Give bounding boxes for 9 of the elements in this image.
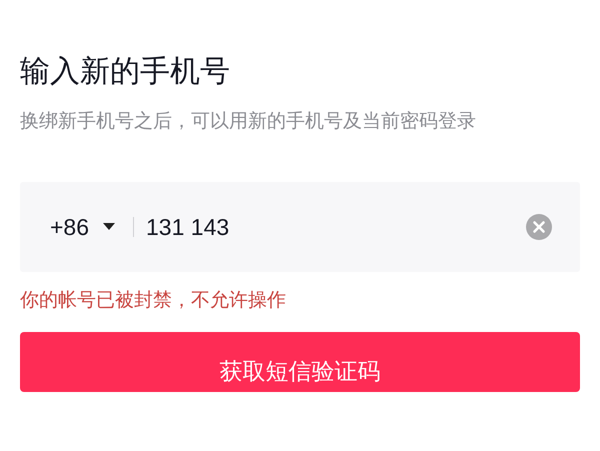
caret-icon [103, 223, 116, 231]
error-message: 你的帐号已被封禁，不允许操作 [20, 289, 286, 313]
description: 换绑新手机号之后，可以用新的手机号及当前密码登录 [20, 110, 477, 134]
page-title: 输入新的手机号 [20, 54, 230, 90]
get-code-button[interactable]: 获取短信验证码 [20, 332, 580, 392]
clear-icon[interactable] [526, 214, 552, 240]
country-code[interactable]: +86 [50, 210, 90, 244]
phone-input[interactable]: 131 143 [146, 210, 230, 244]
phone-field[interactable]: +86 131 143 [20, 182, 580, 272]
